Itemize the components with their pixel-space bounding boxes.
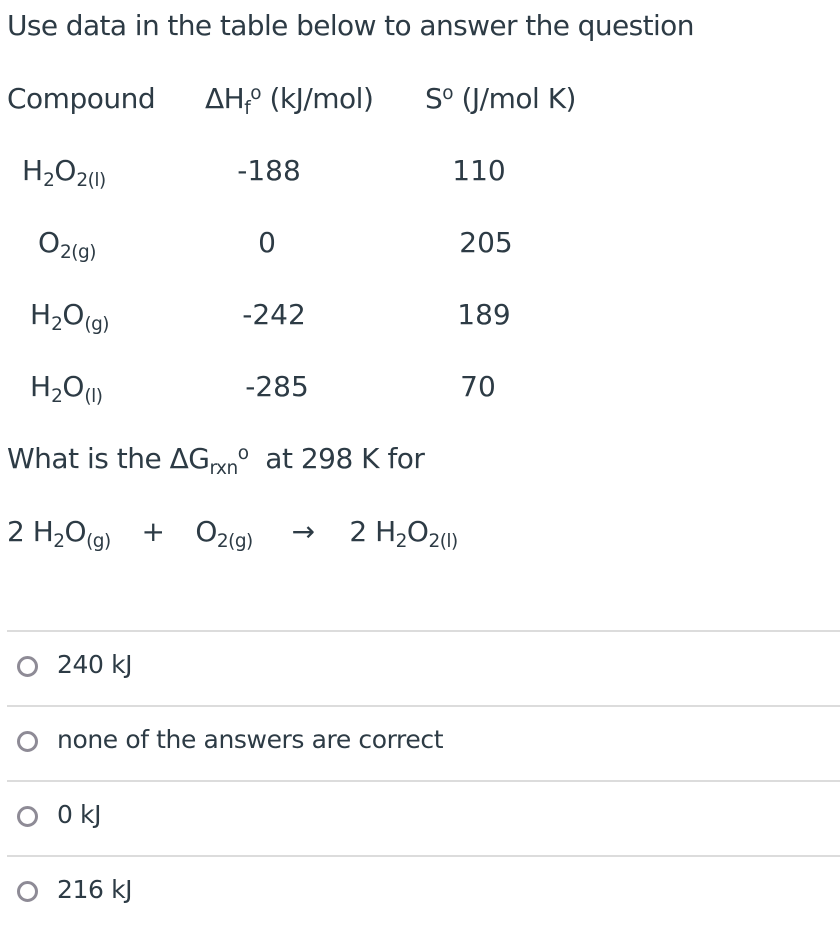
- radio-button[interactable]: [17, 806, 38, 827]
- reaction-equation: 2 H2O(g) + O2(g) → 2 H2O2(l): [7, 515, 458, 552]
- header-compound: Compound: [7, 82, 156, 115]
- compound-cell: H2O2(l): [22, 154, 106, 191]
- answer-label[interactable]: 0 kJ: [57, 802, 102, 827]
- table-row: H2O2(l) -188 110: [0, 157, 840, 191]
- radio-button[interactable]: [17, 881, 38, 902]
- entropy-cell: 70: [460, 370, 496, 403]
- plus-sign: +: [141, 515, 165, 548]
- table-header: Compound ΔHfo (kJ/mol) So (J/mol K): [7, 82, 576, 118]
- radio-button[interactable]: [17, 656, 38, 677]
- intro-text: Use data in the table below to answer th…: [7, 9, 694, 42]
- delta-h-cell: -285: [245, 370, 309, 403]
- answer-list: 240 kJ none of the answers are correct 0…: [7, 630, 840, 930]
- answer-label[interactable]: 216 kJ: [57, 877, 133, 902]
- answer-option[interactable]: 240 kJ: [7, 630, 840, 705]
- answer-option[interactable]: 0 kJ: [7, 780, 840, 855]
- answer-option[interactable]: 216 kJ: [7, 855, 840, 930]
- question-text: What is the ΔGrxno at 298 K for: [7, 442, 425, 479]
- compound-cell: H2O(l): [30, 370, 103, 407]
- table-row: H2O(l) -285 70: [0, 373, 840, 407]
- answer-label[interactable]: 240 kJ: [57, 652, 133, 677]
- entropy-cell: 189: [457, 298, 511, 331]
- entropy-cell: 205: [459, 226, 513, 259]
- entropy-cell: 110: [452, 154, 506, 187]
- answer-label[interactable]: none of the answers are correct: [57, 727, 444, 752]
- compound-cell: O2(g): [38, 226, 96, 263]
- radio-button[interactable]: [17, 731, 38, 752]
- reactant-oxygen: O2(g): [195, 515, 253, 552]
- reactant-water: 2 H2O(g): [7, 515, 111, 552]
- delta-h-cell: -188: [237, 154, 301, 187]
- answer-option[interactable]: none of the answers are correct: [7, 705, 840, 780]
- header-delta-h: ΔHfo (kJ/mol): [205, 82, 374, 119]
- product-peroxide: 2 H2O2(l): [349, 515, 458, 552]
- table-row: H2O(g) -242 189: [0, 301, 840, 335]
- reaction-arrow-icon: →: [291, 515, 315, 548]
- delta-h-cell: 0: [258, 226, 276, 259]
- header-entropy: So (J/mol K): [425, 82, 576, 115]
- table-row: O2(g) 0 205: [0, 229, 840, 263]
- compound-cell: H2O(g): [30, 298, 110, 335]
- delta-h-cell: -242: [242, 298, 306, 331]
